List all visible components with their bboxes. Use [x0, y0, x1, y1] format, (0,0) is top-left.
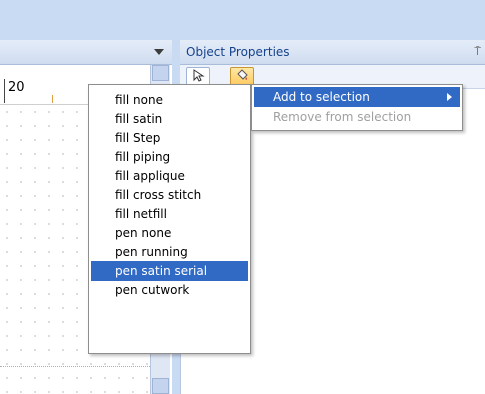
menu-item-pen-none[interactable]: pen none	[91, 223, 248, 243]
menu-item-fill-none[interactable]: fill none	[91, 90, 248, 110]
context-menu: fill none fill satin fill Step fill pipi…	[88, 84, 251, 354]
pin-icon[interactable]: ⍑	[474, 45, 481, 59]
menu-item-pen-satin-serial[interactable]: pen satin serial	[91, 261, 248, 281]
submenu-arrow-icon	[447, 93, 452, 101]
menu-item-fill-satin[interactable]: fill satin	[91, 109, 248, 129]
submenu-item-add-to-selection[interactable]: Add to selection	[254, 87, 460, 107]
submenu-item-remove-from-selection: Remove from selection	[273, 110, 412, 124]
ruler-tick-label: 20	[8, 80, 25, 95]
scroll-down-button[interactable]	[152, 378, 169, 394]
menu-item-pen-cutwork[interactable]: pen cutwork	[91, 280, 248, 300]
object-properties-header: Object Properties ⍑	[180, 40, 485, 65]
menu-item-fill-applique[interactable]: fill applique	[91, 166, 248, 186]
menu-item-fill-step[interactable]: fill Step	[91, 128, 248, 148]
ruler-tick-major	[4, 79, 5, 103]
menu-item-fill-piping[interactable]: fill piping	[91, 147, 248, 167]
submenu-item-add-label: Add to selection	[273, 90, 370, 104]
menu-item-pen-running[interactable]: pen running	[91, 242, 248, 262]
selection-submenu: Add to selection Remove from selection	[251, 84, 463, 131]
left-panel-header	[0, 40, 172, 65]
menu-item-fill-cross-stitch[interactable]: fill cross stitch	[91, 185, 248, 205]
paint-bucket-icon	[237, 69, 248, 80]
top-background-area	[0, 0, 485, 40]
canvas-guide-line	[0, 366, 150, 367]
object-properties-title: Object Properties	[186, 45, 290, 59]
dropdown-arrow-icon[interactable]	[154, 49, 164, 55]
ruler-tick-minor	[52, 95, 53, 103]
menu-item-fill-netfill[interactable]: fill netfill	[91, 204, 248, 224]
cursor-icon	[193, 69, 205, 82]
scroll-up-button[interactable]	[152, 65, 169, 81]
